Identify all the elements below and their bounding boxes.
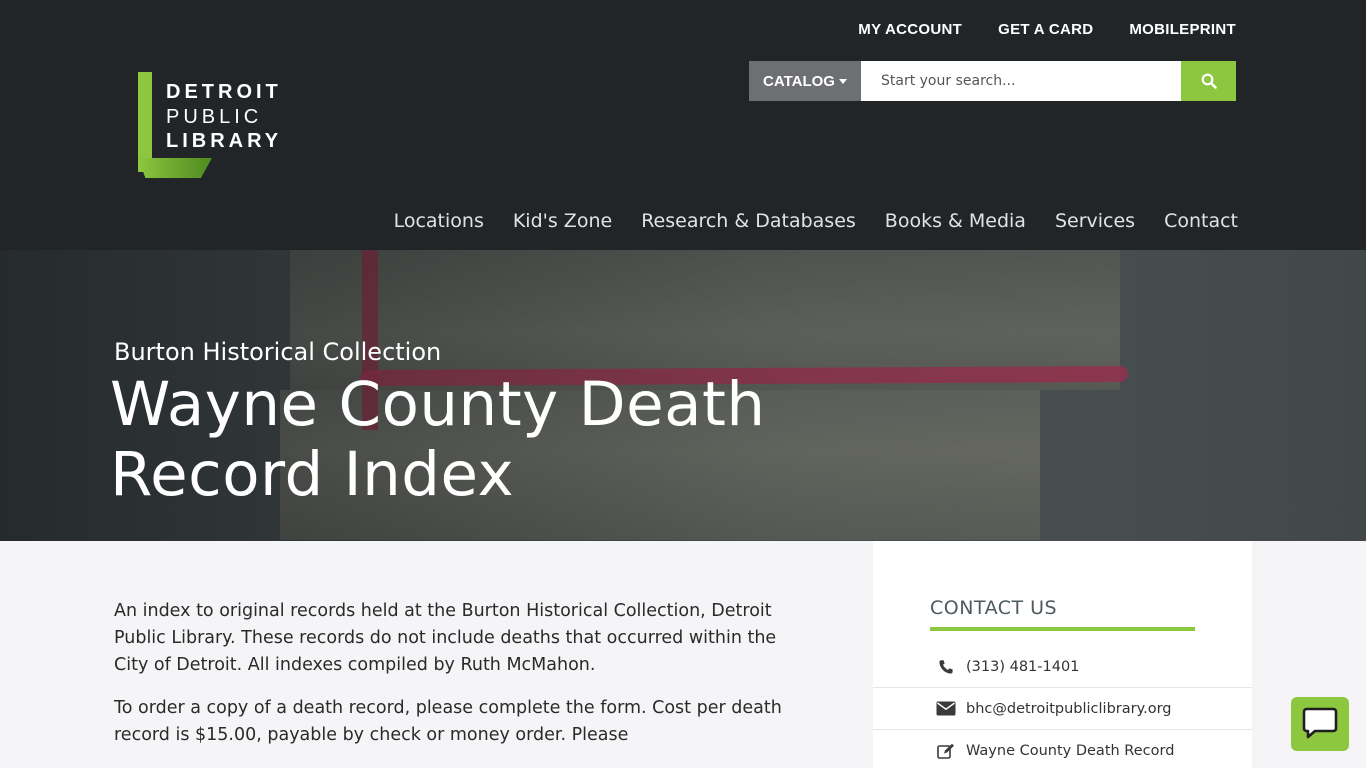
- envelope-icon: [935, 701, 957, 716]
- utility-nav: MY ACCOUNT GET A CARD MOBILEPRINT: [858, 21, 1236, 38]
- logo-text-public: PUBLIC: [166, 106, 263, 128]
- logo-text-detroit: DETROIT: [166, 81, 282, 103]
- search-bar: CATALOG: [749, 61, 1236, 101]
- logo-mark-vertical: [138, 72, 152, 172]
- logo-text-library: LIBRARY: [166, 130, 283, 152]
- contact-email-text: bhc@detroitpubliclibrary.org: [966, 700, 1172, 717]
- search-input[interactable]: [861, 61, 1181, 101]
- contact-form-link-text: Wayne County Death Record: [966, 743, 1175, 759]
- nav-books-media[interactable]: Books & Media: [885, 210, 1026, 232]
- nav-contact[interactable]: Contact: [1164, 210, 1238, 232]
- get-a-card-link[interactable]: GET A CARD: [998, 21, 1093, 38]
- nav-services[interactable]: Services: [1055, 210, 1135, 232]
- contact-phone-text: (313) 481-1401: [966, 658, 1080, 675]
- page-title: Wayne County Death Record Index: [110, 369, 766, 510]
- phone-icon: [935, 659, 957, 675]
- hero-kicker: Burton Historical Collection: [114, 338, 442, 366]
- catalog-dropdown[interactable]: CATALOG: [749, 61, 861, 101]
- my-account-link[interactable]: MY ACCOUNT: [858, 21, 962, 38]
- chat-icon: [1302, 707, 1338, 739]
- nav-research-databases[interactable]: Research & Databases: [641, 210, 856, 232]
- contact-email[interactable]: bhc@detroitpubliclibrary.org: [873, 688, 1252, 730]
- caret-down-icon: [838, 78, 847, 84]
- order-paragraph: To order a copy of a death record, pleas…: [114, 698, 782, 745]
- search-button[interactable]: [1181, 61, 1236, 101]
- contact-title: CONTACT US: [930, 597, 1058, 619]
- main-content: An index to original records held at the…: [114, 598, 784, 765]
- edit-icon: [935, 743, 957, 760]
- contact-phone[interactable]: (313) 481-1401: [873, 646, 1252, 688]
- nav-kids-zone[interactable]: Kid's Zone: [513, 210, 612, 232]
- site-header: MY ACCOUNT GET A CARD MOBILEPRINT DETROI…: [0, 0, 1366, 250]
- contact-title-underline: [930, 627, 1195, 631]
- nav-locations[interactable]: Locations: [394, 210, 484, 232]
- logo-mark-horizontal: [138, 158, 212, 178]
- chat-widget-button[interactable]: [1291, 697, 1349, 751]
- hero-banner: Burton Historical Collection Wayne Count…: [0, 250, 1366, 541]
- intro-paragraph: An index to original records held at the…: [114, 601, 777, 675]
- contact-sidebar: CONTACT US (313) 481-1401 bhc@detroitpub…: [873, 541, 1252, 768]
- search-icon: [1201, 73, 1217, 89]
- mobileprint-link[interactable]: MOBILEPRINT: [1129, 21, 1236, 38]
- main-nav: Locations Kid's Zone Research & Database…: [394, 210, 1238, 232]
- contact-form-link[interactable]: Wayne County Death Record: [873, 730, 1252, 768]
- site-logo[interactable]: DETROIT PUBLIC LIBRARY: [138, 72, 298, 180]
- catalog-dropdown-label: CATALOG: [763, 72, 835, 90]
